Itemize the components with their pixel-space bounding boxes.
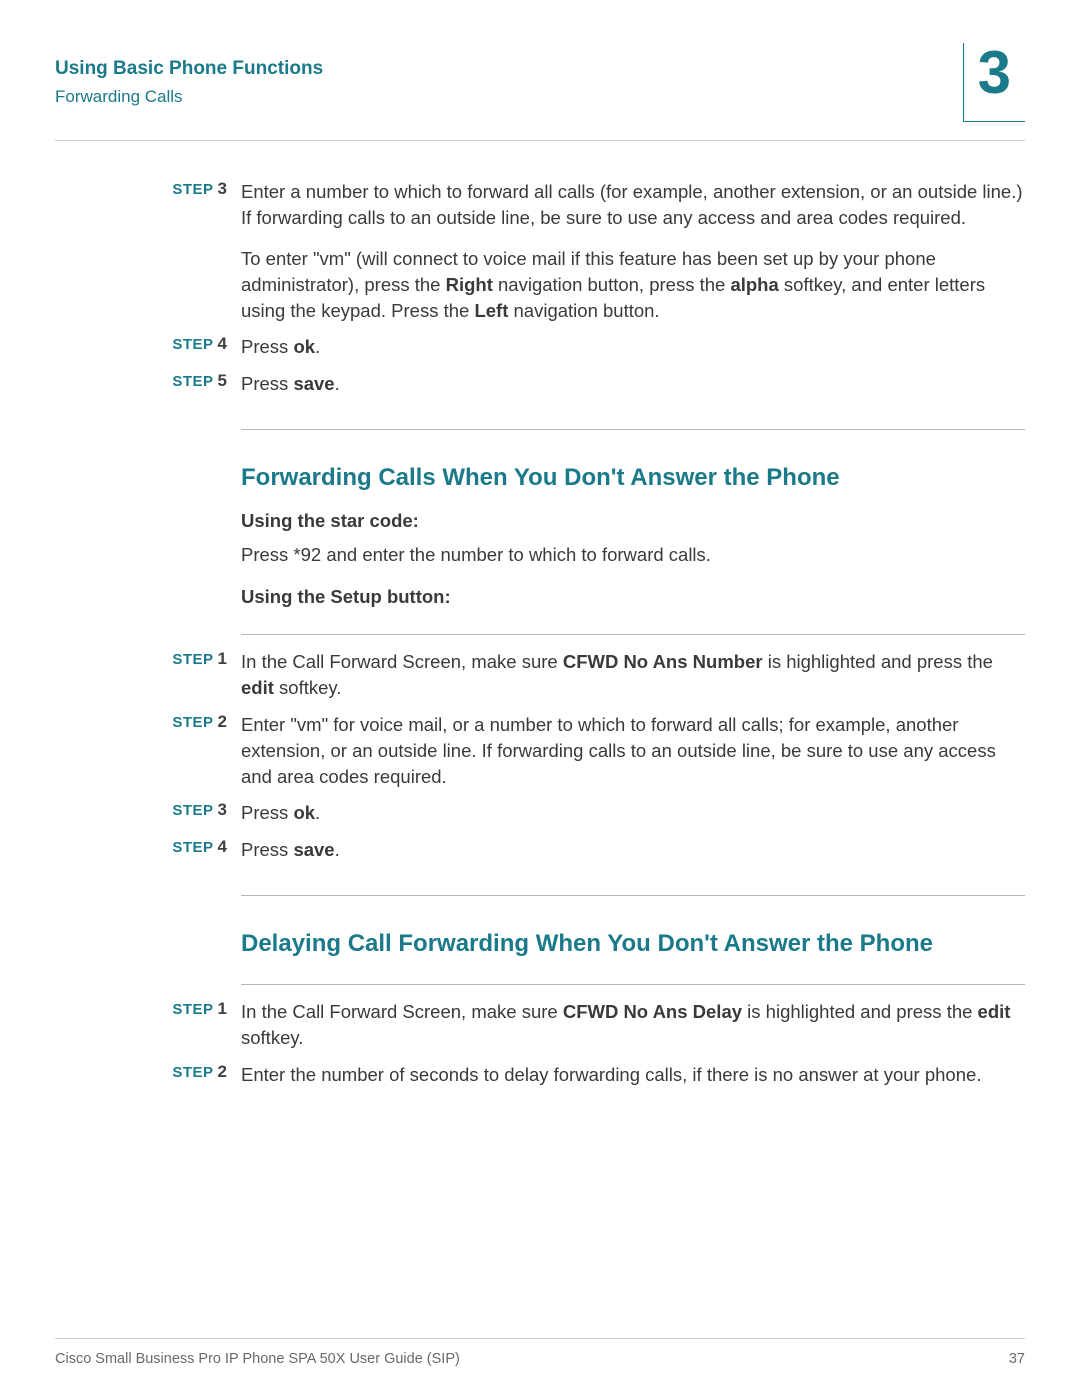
step-number: 2	[218, 1062, 227, 1081]
step-text: In the Call Forward Screen, make sure CF…	[241, 649, 1025, 702]
step-row: STEP 3 Press ok.	[55, 800, 1025, 826]
page-body: Using Basic Phone Functions Forwarding C…	[55, 55, 1025, 1098]
step-number: 2	[218, 712, 227, 731]
step-number: 3	[218, 800, 227, 819]
step-row: STEP 2 Enter the number of seconds to del…	[55, 1062, 1025, 1088]
step-row: STEP 5 Press save.	[55, 371, 1025, 397]
page-footer: Cisco Small Business Pro IP Phone SPA 50…	[55, 1351, 1025, 1367]
bold-cfwd-delay: CFWD No Ans Delay	[563, 1001, 742, 1022]
text: .	[315, 802, 320, 823]
text: Press	[241, 802, 293, 823]
text: navigation button, press the	[493, 274, 731, 295]
step-text: Press ok.	[241, 800, 1025, 826]
step-word: STEP	[172, 651, 213, 668]
section-divider	[241, 895, 1025, 896]
section-heading-delay: Delaying Call Forwarding When You Don't …	[241, 930, 1025, 958]
step-row: STEP 1 In the Call Forward Screen, make s…	[55, 649, 1025, 702]
vm-paragraph: To enter "vm" (will connect to voice mai…	[241, 246, 1025, 325]
text: is highlighted and press the	[742, 1001, 978, 1022]
footer-divider	[55, 1338, 1025, 1339]
step-row: STEP 1 In the Call Forward Screen, make s…	[55, 999, 1025, 1052]
bold-ok: ok	[293, 802, 315, 823]
bold-edit: edit	[241, 677, 274, 698]
bold-edit: edit	[978, 1001, 1011, 1022]
text: Press	[241, 373, 293, 394]
main-content: STEP 3 Enter a number to which to forward…	[55, 179, 1025, 1088]
header-left: Using Basic Phone Functions Forwarding C…	[55, 55, 323, 109]
text: In the Call Forward Screen, make sure	[241, 651, 563, 672]
step-number: 1	[218, 999, 227, 1018]
step-word: STEP	[172, 714, 213, 731]
step-label: STEP 1	[55, 999, 241, 1052]
text: .	[335, 839, 340, 860]
step-text: Press ok.	[241, 334, 1025, 360]
step-row: STEP 2 Enter "vm" for voice mail, or a nu…	[55, 712, 1025, 791]
chapter-title: Using Basic Phone Functions	[55, 55, 323, 83]
text: Press	[241, 336, 293, 357]
step-number: 5	[218, 371, 227, 390]
step-text: Enter a number to which to forward all c…	[241, 179, 1025, 232]
step-text: Enter "vm" for voice mail, or a number t…	[241, 712, 1025, 791]
step-label: STEP 1	[55, 649, 241, 702]
step-word: STEP	[172, 1064, 213, 1081]
chapter-number: 3	[978, 43, 1011, 103]
step-word: STEP	[172, 1001, 213, 1018]
step-word: STEP	[172, 802, 213, 819]
bold-left: Left	[474, 300, 508, 321]
chapter-number-box: 3	[963, 43, 1025, 122]
page-header: Using Basic Phone Functions Forwarding C…	[55, 55, 1025, 122]
bold-ok: ok	[293, 336, 315, 357]
step-label: STEP 3	[55, 179, 241, 232]
page-number: 37	[1009, 1351, 1025, 1367]
step-label: STEP 5	[55, 371, 241, 397]
section-heading-no-answer: Forwarding Calls When You Don't Answer t…	[241, 464, 1025, 492]
step-number: 1	[218, 649, 227, 668]
step-text: Press save.	[241, 371, 1025, 397]
step-word: STEP	[172, 336, 213, 353]
bold-cfwd: CFWD No Ans Number	[563, 651, 763, 672]
step-number: 4	[218, 334, 227, 353]
text: Press	[241, 839, 293, 860]
bold-save: save	[293, 373, 334, 394]
bold-alpha: alpha	[730, 274, 778, 295]
setup-label: Using the Setup button:	[241, 586, 1025, 608]
step-label: STEP 4	[55, 334, 241, 360]
text: softkey.	[274, 677, 342, 698]
section-divider	[241, 429, 1025, 430]
text: navigation button.	[508, 300, 659, 321]
text: .	[335, 373, 340, 394]
step-text: In the Call Forward Screen, make sure CF…	[241, 999, 1025, 1052]
footer-left: Cisco Small Business Pro IP Phone SPA 50…	[55, 1351, 460, 1367]
step-text: Press save.	[241, 837, 1025, 863]
text: is highlighted and press the	[763, 651, 993, 672]
step-row: STEP 4 Press save.	[55, 837, 1025, 863]
step-word: STEP	[172, 373, 213, 390]
step-label: STEP 4	[55, 837, 241, 863]
header-divider	[55, 140, 1025, 141]
step-word: STEP	[172, 839, 213, 856]
header-subsection: Forwarding Calls	[55, 85, 323, 110]
starcode-text: Press *92 and enter the number to which …	[241, 542, 1025, 568]
step-number: 3	[218, 179, 227, 198]
step-number: 4	[218, 837, 227, 856]
starcode-label: Using the star code:	[241, 510, 1025, 532]
step-word: STEP	[172, 181, 213, 198]
bold-right: Right	[446, 274, 493, 295]
step-row: STEP 3 Enter a number to which to forward…	[55, 179, 1025, 232]
step-row: STEP 4 Press ok.	[55, 334, 1025, 360]
text: .	[315, 336, 320, 357]
step-label: STEP 3	[55, 800, 241, 826]
text: In the Call Forward Screen, make sure	[241, 1001, 563, 1022]
text: softkey.	[241, 1027, 303, 1048]
step-label: STEP 2	[55, 1062, 241, 1088]
step-label: STEP 2	[55, 712, 241, 791]
step-text: Enter the number of seconds to delay for…	[241, 1062, 1025, 1088]
bold-save: save	[293, 839, 334, 860]
